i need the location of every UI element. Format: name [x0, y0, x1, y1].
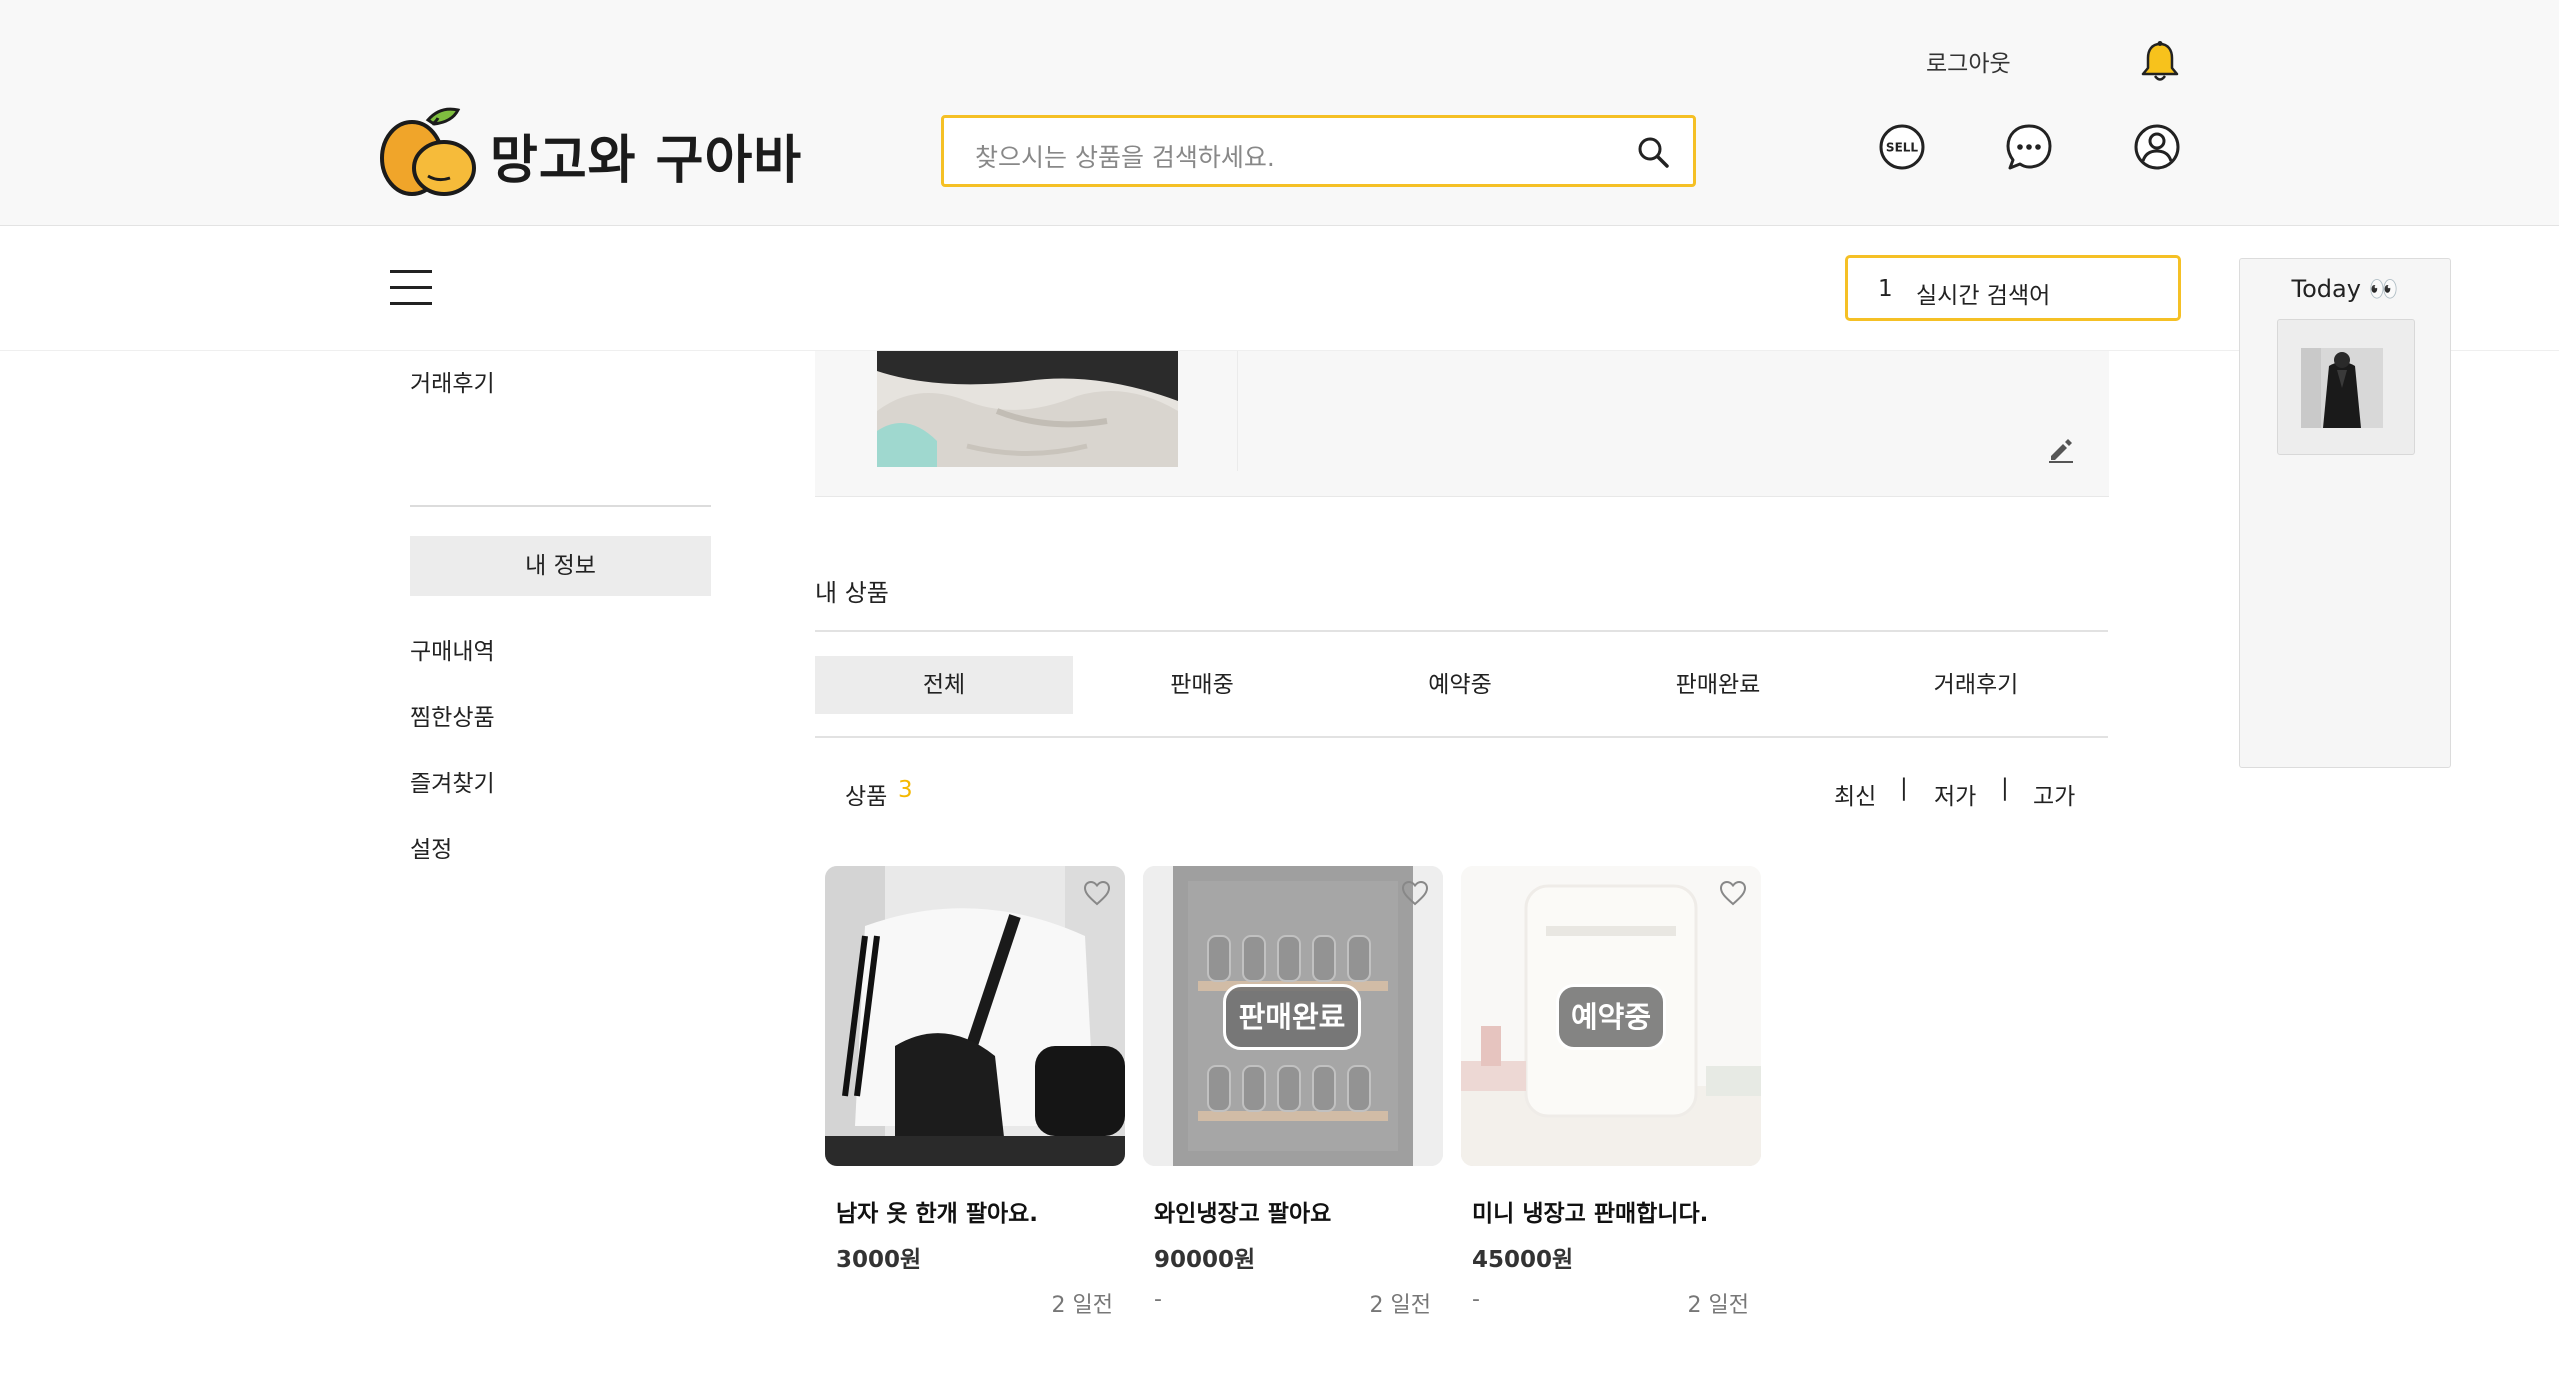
sort-high-price[interactable]: 고가 — [2033, 777, 2075, 811]
product-photo-sweatshirt — [825, 866, 1125, 1166]
heart-icon[interactable] — [1083, 880, 1111, 906]
bell-icon[interactable] — [2140, 40, 2180, 84]
realtime-keyword: 실시간 검색어 — [1916, 283, 2051, 309]
today-item[interactable] — [2277, 319, 2415, 455]
site-logo[interactable]: 망고와 구아바 — [378, 102, 801, 202]
sidebar-item-review[interactable]: 거래후기 — [410, 364, 495, 398]
today-title: Today 👀 — [2291, 275, 2399, 303]
product-image[interactable]: 예약중 — [1461, 866, 1761, 1166]
search-icon[interactable] — [1635, 134, 1671, 170]
product-price: 45000원 — [1472, 1247, 1574, 1273]
sidebar-item-wishlist[interactable]: 찜한상품 — [410, 698, 495, 732]
sell-icon-text: SELL — [1886, 141, 1918, 155]
heart-icon[interactable] — [1401, 880, 1429, 906]
tab-on-sale[interactable]: 판매중 — [1073, 656, 1331, 714]
product-title[interactable]: 남자 옷 한개 팔아요. — [836, 1194, 1038, 1228]
product-title[interactable]: 와인냉장고 팔아요 — [1154, 1194, 1331, 1228]
realtime-rank: 1 — [1878, 276, 1893, 302]
product-image[interactable]: 판매완료 — [1143, 866, 1443, 1166]
tabs-bottom-divider — [815, 736, 2108, 738]
user-profile-icon[interactable] — [2132, 122, 2182, 172]
today-viewed-panel: Today 👀 — [2239, 258, 2451, 768]
product-date: 2 일전 — [1369, 1293, 1431, 1318]
sidebar-my-info-heading: 내 정보 — [410, 536, 711, 596]
sell-icon[interactable]: SELL — [1877, 122, 1927, 172]
edit-pencil-icon[interactable] — [2047, 436, 2075, 464]
profile-photo — [877, 351, 1178, 467]
sidebar-item-favorites[interactable]: 즐겨찾기 — [410, 764, 495, 798]
mango-icon — [380, 107, 476, 196]
my-products-title: 내 상품 — [815, 579, 889, 607]
product-meta-dash: - — [1472, 1287, 1480, 1312]
chat-icon[interactable] — [2004, 122, 2054, 172]
product-card[interactable]: 판매완료 와인냉장고 팔아요 90000원 - 2 일전 — [1143, 866, 1443, 1318]
search-input[interactable]: 찾으시는 상품을 검색하세요. — [975, 138, 1275, 174]
sidebar-item-purchases[interactable]: 구매내역 — [410, 632, 495, 666]
product-date: 2 일전 — [1051, 1293, 1113, 1318]
today-thumb-image — [2301, 348, 2383, 428]
sort-low-price[interactable]: 저가 — [1934, 777, 1976, 811]
product-card[interactable]: 남자 옷 한개 팔아요. 3000원 2 일전 — [825, 866, 1125, 1318]
product-meta-dash: - — [1154, 1287, 1162, 1312]
search-box[interactable]: 찾으시는 상품을 검색하세요. — [941, 115, 1696, 187]
sort-separator: | — [2001, 775, 2009, 801]
sidebar-divider — [410, 505, 711, 507]
product-price: 3000원 — [836, 1247, 922, 1273]
sort-separator: | — [1900, 775, 1908, 801]
logo-text: 망고와 구아바 — [490, 131, 803, 191]
logout-link[interactable]: 로그아웃 — [1926, 44, 2011, 78]
status-badge: 예약중 — [1556, 984, 1666, 1050]
tab-reserved[interactable]: 예약중 — [1331, 656, 1589, 714]
product-count: 3 — [898, 777, 913, 803]
heart-icon[interactable] — [1719, 880, 1747, 906]
product-title[interactable]: 미니 냉장고 판매합니다. — [1472, 1194, 1708, 1228]
product-price: 90000원 — [1154, 1247, 1256, 1273]
product-card[interactable]: 예약중 미니 냉장고 판매합니다. 45000원 - 2 일전 — [1461, 866, 1761, 1318]
realtime-search[interactable]: 1 실시간 검색어 — [1845, 255, 2181, 321]
sort-latest[interactable]: 최신 — [1834, 777, 1876, 811]
tab-reviews[interactable]: 거래후기 — [1847, 656, 2105, 714]
sidebar-item-settings[interactable]: 설정 — [410, 830, 452, 864]
product-image[interactable] — [825, 866, 1125, 1166]
product-count-label: 상품 — [845, 784, 888, 810]
tabs-top-divider — [815, 630, 2108, 632]
menu-icon[interactable] — [390, 270, 432, 306]
product-date: 2 일전 — [1687, 1293, 1749, 1318]
profile-divider — [1237, 351, 1238, 471]
status-badge: 판매완료 — [1223, 984, 1361, 1050]
tab-sold[interactable]: 판매완료 — [1589, 656, 1847, 714]
tab-all[interactable]: 전체 — [815, 656, 1073, 714]
